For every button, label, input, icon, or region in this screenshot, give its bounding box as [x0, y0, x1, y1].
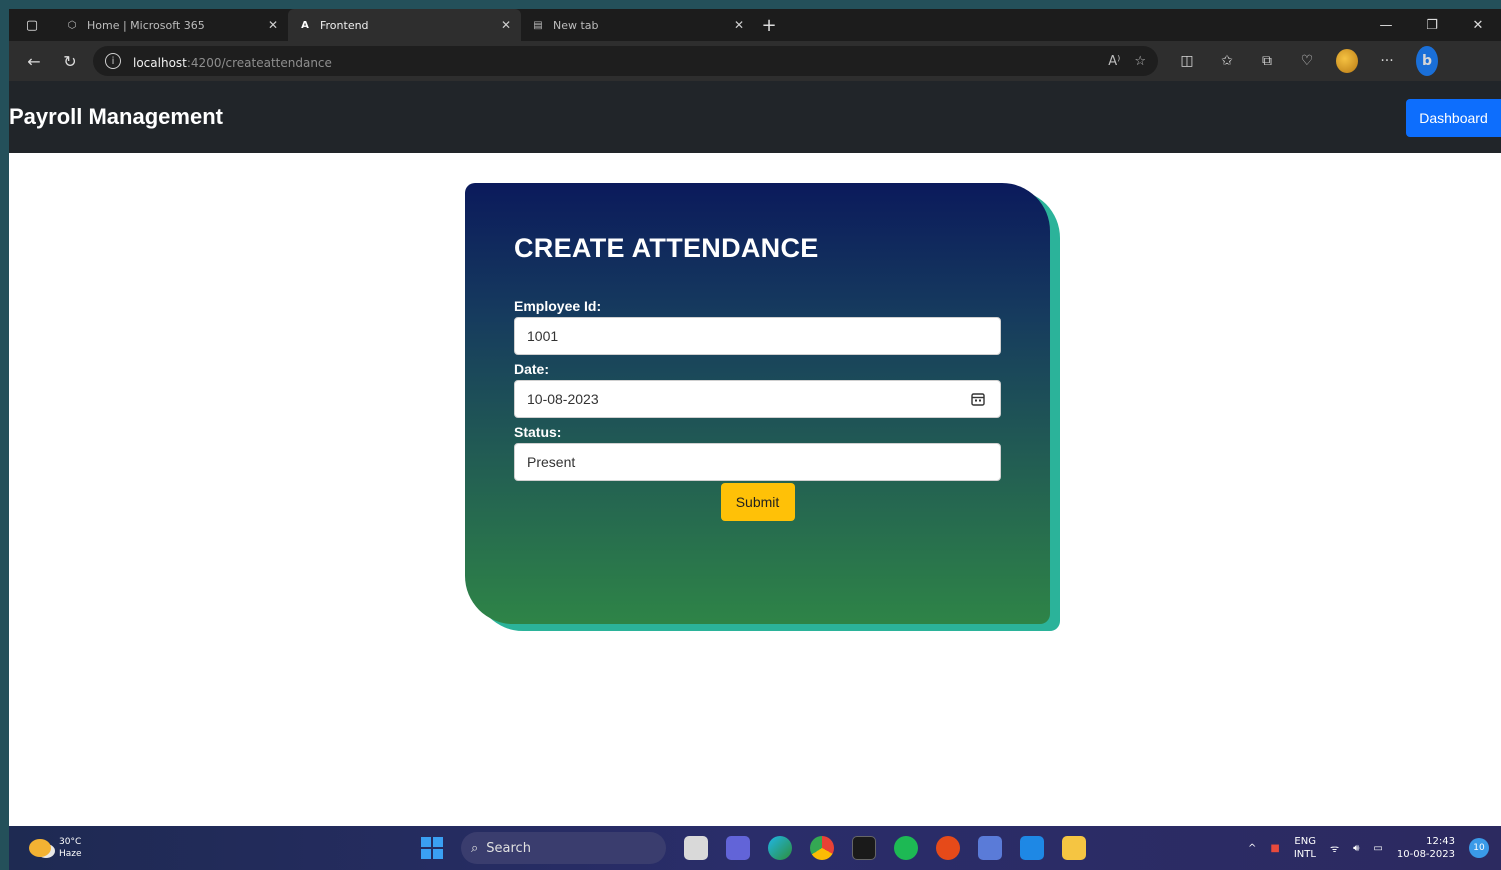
- date-input[interactable]: [527, 391, 988, 407]
- tab-home-microsoft-365[interactable]: ⬡ Home | Microsoft 365 ✕: [55, 9, 288, 41]
- chevron-up-icon[interactable]: ^: [1248, 843, 1256, 854]
- clock-time: 12:43: [1426, 836, 1455, 847]
- tab-frontend[interactable]: A Frontend ✕: [288, 9, 521, 41]
- terminal-icon[interactable]: [852, 836, 876, 860]
- tab-new-tab[interactable]: ▤ New tab ✕: [521, 9, 754, 41]
- employee-id-label: Employee Id:: [514, 298, 602, 314]
- tab-title: New tab: [553, 18, 599, 32]
- new-tab-button[interactable]: +: [754, 9, 784, 41]
- chrome-icon[interactable]: [810, 836, 834, 860]
- app-navbar: Payroll Management Dashboard: [9, 81, 1501, 153]
- form-title: CREATE ATTENDANCE: [514, 233, 819, 263]
- restore-icon[interactable]: ❐: [1409, 9, 1455, 41]
- dashboard-button[interactable]: Dashboard: [1406, 99, 1501, 137]
- status-input[interactable]: [527, 454, 988, 470]
- edge-browser-icon[interactable]: [768, 836, 792, 860]
- url-input[interactable]: i localhost:4200/createattendance A⁾ ☆: [93, 46, 1158, 76]
- window-controls: — ❐ ✕: [1363, 9, 1501, 41]
- close-icon[interactable]: ✕: [501, 18, 511, 32]
- read-aloud-icon[interactable]: A⁾: [1108, 54, 1120, 69]
- microsoft365-icon: ⬡: [67, 19, 77, 31]
- system-tray: ^ ■ ENG INTL ᯤ 🔊︎ ▭ 12:43 10-08-2023 10: [1248, 835, 1489, 861]
- bing-copilot-icon[interactable]: b: [1416, 46, 1438, 76]
- employee-id-field[interactable]: [514, 317, 1001, 355]
- angular-icon: A: [301, 19, 309, 31]
- weather-widget[interactable]: 30°C Haze: [9, 836, 82, 860]
- back-icon[interactable]: ←: [21, 48, 47, 74]
- language-indicator[interactable]: ENG INTL: [1294, 835, 1316, 861]
- close-icon[interactable]: ✕: [268, 18, 278, 32]
- status-field[interactable]: [514, 443, 1001, 481]
- minimize-icon[interactable]: —: [1363, 9, 1409, 41]
- favorites-icon[interactable]: ✩: [1216, 53, 1238, 69]
- windows-start-icon[interactable]: [421, 837, 443, 859]
- url-path: :4200/createattendance: [186, 55, 332, 70]
- vscode-icon[interactable]: [1020, 836, 1044, 860]
- tab-actions-icon[interactable]: ▢: [9, 9, 55, 41]
- date-field[interactable]: [514, 380, 1001, 418]
- battery-icon[interactable]: ▭: [1373, 843, 1382, 854]
- taskbar-search[interactable]: ⌕ Search: [461, 832, 666, 864]
- volume-icon[interactable]: 🔊︎: [1353, 843, 1359, 854]
- url-host: localhost: [133, 55, 187, 70]
- refresh-icon[interactable]: ↻: [57, 48, 83, 74]
- browser-window: ▢ ⬡ Home | Microsoft 365 ✕ A Frontend ✕ …: [9, 9, 1501, 870]
- tab-strip: ▢ ⬡ Home | Microsoft 365 ✕ A Frontend ✕ …: [9, 9, 1501, 41]
- new-tab-page-icon: ▤: [533, 19, 543, 31]
- favorite-star-icon[interactable]: ☆: [1134, 54, 1146, 69]
- clock-date: 10-08-2023: [1396, 849, 1455, 860]
- more-options-icon[interactable]: ···: [1376, 53, 1398, 69]
- collections-icon[interactable]: ⧉: [1256, 53, 1278, 69]
- office-icon[interactable]: [936, 836, 960, 860]
- date-label: Date:: [514, 361, 550, 377]
- snipping-tool-icon[interactable]: [978, 836, 1002, 860]
- weather-temp: 30°C: [59, 837, 82, 847]
- status-label: Status:: [514, 424, 562, 440]
- teams-chat-icon[interactable]: [726, 836, 750, 860]
- folder-icon[interactable]: [1062, 836, 1086, 860]
- info-icon[interactable]: i: [105, 53, 121, 69]
- taskbar-search-label: Search: [486, 840, 531, 856]
- tab-title: Frontend: [320, 18, 369, 32]
- calendar-icon[interactable]: [970, 391, 986, 407]
- tray-app-icon[interactable]: ■: [1270, 843, 1279, 854]
- address-bar: ← ↻ i localhost:4200/createattendance A⁾…: [9, 41, 1501, 81]
- close-icon[interactable]: ✕: [734, 18, 744, 32]
- notification-badge[interactable]: 10: [1469, 838, 1489, 858]
- taskbar-apps: ⌕ Search: [421, 826, 1086, 870]
- wifi-icon[interactable]: ᯤ: [1330, 841, 1339, 855]
- browser-toolbar: ◫ ✩ ⧉ ♡ ··· b: [1176, 46, 1438, 76]
- file-explorer-widget-icon[interactable]: [684, 836, 708, 860]
- close-window-icon[interactable]: ✕: [1455, 9, 1501, 41]
- weather-desc: Haze: [59, 849, 82, 859]
- create-attendance-card: CREATE ATTENDANCE Employee Id: Date: Sta…: [465, 183, 1050, 624]
- lang-top: ENG: [1294, 836, 1316, 847]
- weather-haze-icon: [29, 839, 51, 857]
- tab-title: Home | Microsoft 365: [87, 18, 205, 32]
- split-screen-icon[interactable]: ◫: [1176, 53, 1198, 69]
- lang-bottom: INTL: [1293, 849, 1316, 860]
- profile-avatar[interactable]: [1336, 49, 1358, 73]
- submit-button[interactable]: Submit: [720, 483, 795, 521]
- search-icon: ⌕: [471, 840, 479, 856]
- spotify-icon[interactable]: [894, 836, 918, 860]
- brand-title[interactable]: Payroll Management: [9, 104, 223, 130]
- clock[interactable]: 12:43 10-08-2023: [1397, 835, 1455, 861]
- windows-taskbar: 30°C Haze ⌕ Search ^ ■ ENG INTL ᯤ 🔊︎ ▭ 1…: [9, 826, 1501, 870]
- employee-id-input[interactable]: [527, 328, 988, 344]
- browser-essentials-icon[interactable]: ♡: [1296, 53, 1318, 69]
